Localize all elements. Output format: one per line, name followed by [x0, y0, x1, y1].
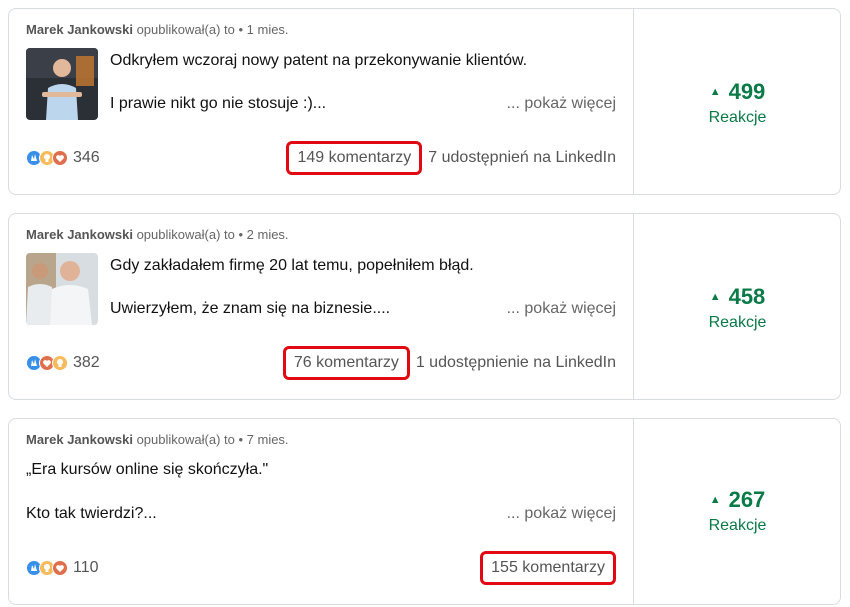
- post-meta: Marek Jankowski opublikował(a) to • 7 mi…: [26, 432, 289, 447]
- show-more-link[interactable]: ... pokaż więcej: [507, 300, 616, 318]
- up-arrow-icon: ▲: [709, 291, 721, 303]
- author-name[interactable]: Marek Jankowski: [26, 22, 133, 37]
- reactions-summary[interactable]: 110: [26, 558, 99, 578]
- reactions-count: 346: [73, 149, 100, 166]
- shares-link[interactable]: 1 udostępnienie na LinkedIn: [416, 354, 616, 372]
- post-main: Marek Jankowski opublikował(a) to • 2 mi…: [9, 214, 633, 399]
- post-text-line1: „Era kursów online się skończyła.": [26, 461, 269, 478]
- author-name[interactable]: Marek Jankowski: [26, 432, 133, 447]
- post-text-line1: Gdy zakładałem firmę 20 lat temu, popełn…: [110, 257, 474, 274]
- up-arrow-icon: ▲: [709, 494, 721, 506]
- growth-value: 499: [728, 79, 766, 104]
- post-time: • 1 mies.: [238, 22, 289, 37]
- post-growth-panel: ▲ 458 Reakcje: [633, 214, 841, 399]
- post-meta: Marek Jankowski opublikował(a) to • 1 mi…: [26, 22, 289, 37]
- posted-text: opublikował(a) to: [136, 432, 235, 447]
- post-text-line1: Odkryłem wczoraj nowy patent na przekony…: [110, 52, 528, 69]
- post-stats: 149 komentarzy 7 udostępnień na LinkedIn: [286, 141, 616, 175]
- post-stats: 76 komentarzy 1 udostępnienie na LinkedI…: [282, 346, 616, 380]
- comments-link[interactable]: 76 komentarzy: [282, 346, 410, 380]
- reactions-summary[interactable]: 346: [26, 148, 100, 168]
- post-text-line2: Uwierzyłem, że znam się na biznesie....: [110, 300, 391, 317]
- post-main: Marek Jankowski opublikował(a) to • 7 mi…: [9, 419, 633, 604]
- posted-text: opublikował(a) to: [136, 22, 235, 37]
- comments-link[interactable]: 149 komentarzy: [286, 141, 423, 175]
- post-card[interactable]: Marek Jankowski opublikował(a) to • 7 mi…: [8, 418, 841, 605]
- posted-text: opublikował(a) to: [136, 227, 235, 242]
- reactions-count: 110: [73, 559, 99, 576]
- comments-link[interactable]: 155 komentarzy: [480, 551, 616, 585]
- post-thumbnail[interactable]: [26, 48, 98, 120]
- show-more-link[interactable]: ... pokaż więcej: [507, 505, 616, 523]
- author-name[interactable]: Marek Jankowski: [26, 227, 133, 242]
- post-stats: 155 komentarzy: [480, 551, 616, 585]
- bulb-icon: [52, 355, 68, 371]
- growth-value: 267: [728, 487, 766, 512]
- post-thumbnail[interactable]: [26, 253, 98, 325]
- growth-label: Reakcje: [708, 314, 767, 331]
- post-meta: Marek Jankowski opublikował(a) to • 2 mi…: [26, 227, 289, 242]
- reactions-summary[interactable]: 382: [26, 353, 100, 373]
- post-time: • 2 mies.: [238, 227, 289, 242]
- growth-label: Reakcje: [708, 109, 767, 126]
- post-card[interactable]: Marek Jankowski opublikował(a) to • 2 mi…: [8, 213, 841, 400]
- reactions-count: 382: [73, 354, 100, 371]
- post-time: • 7 mies.: [238, 432, 289, 447]
- post-growth-panel: ▲ 267 Reakcje: [633, 419, 841, 604]
- heart-icon: [52, 560, 68, 576]
- heart-icon: [52, 150, 68, 166]
- growth-label: Reakcje: [708, 517, 767, 534]
- post-growth-panel: ▲ 499 Reakcje: [633, 9, 841, 194]
- shares-link[interactable]: 7 udostępnień na LinkedIn: [428, 149, 616, 167]
- post-main: Marek Jankowski opublikował(a) to • 1 mi…: [9, 9, 633, 194]
- post-card[interactable]: Marek Jankowski opublikował(a) to • 1 mi…: [8, 8, 841, 195]
- show-more-link[interactable]: ... pokaż więcej: [507, 95, 616, 113]
- post-text-line2: Kto tak twierdzi?...: [26, 505, 157, 522]
- up-arrow-icon: ▲: [709, 86, 721, 98]
- post-text-line2: I prawie nikt go nie stosuje :)...: [110, 95, 327, 112]
- growth-value: 458: [728, 284, 766, 309]
